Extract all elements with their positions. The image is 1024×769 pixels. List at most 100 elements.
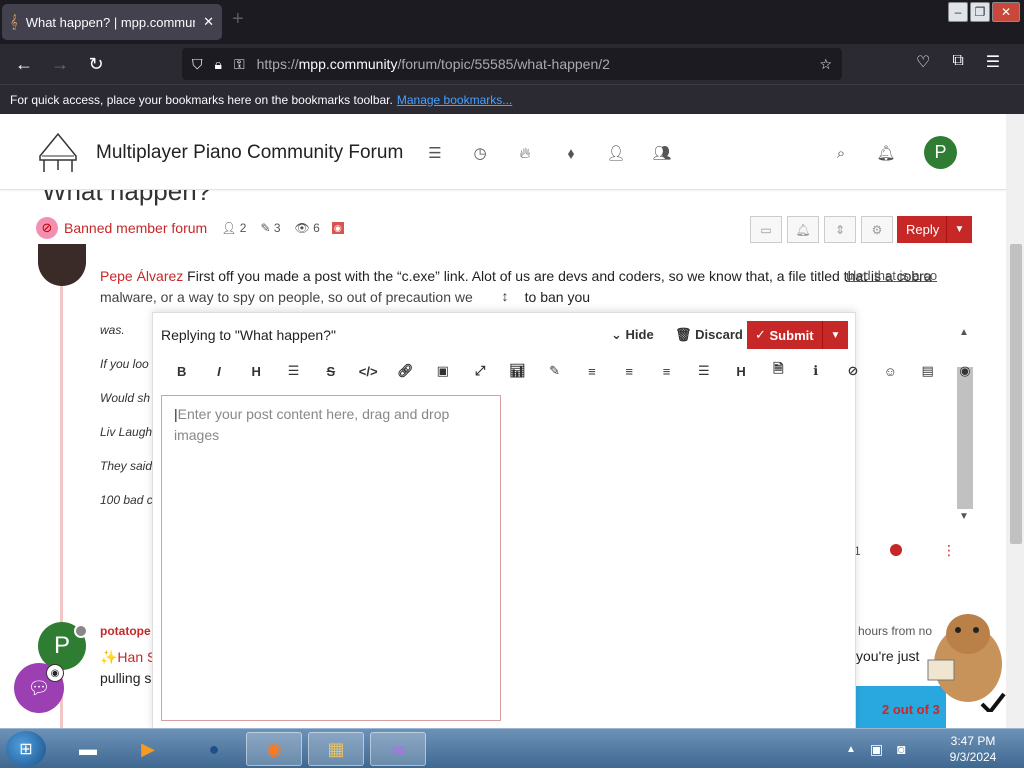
shield-icon[interactable]: ⛉	[192, 56, 203, 73]
resize-handle-icon[interactable]: ↕	[490, 285, 520, 307]
search-icon[interactable]: ⌕	[830, 142, 852, 164]
categories-icon[interactable]: ☰	[424, 142, 446, 164]
file-icon[interactable]: 🗎︎	[760, 361, 797, 381]
network-icon[interactable]: ▣	[870, 741, 883, 758]
scroll-down-icon[interactable]: ▼	[959, 511, 969, 522]
scroll-thumb[interactable]	[1010, 244, 1022, 544]
rss-icon[interactable]: ◉	[331, 222, 344, 234]
page-scrollbar[interactable]	[1006, 114, 1024, 728]
editor-placeholder: Enter your post content here, drag and d…	[174, 406, 450, 443]
upvote-icon[interactable]	[890, 544, 902, 556]
expand-icon[interactable]: ⤢	[461, 361, 498, 381]
key-icon[interactable]: ⚿	[234, 56, 245, 73]
mark-unread-icon[interactable]: ▭	[750, 216, 782, 243]
speaker-icon[interactable]: ◙	[897, 741, 905, 757]
color-picker-icon[interactable]: ✎	[536, 361, 573, 381]
justify-icon[interactable]: ☰	[685, 361, 722, 381]
sort-icon[interactable]: ⇕	[824, 216, 856, 243]
popular-fire-icon[interactable]: 🔥︎	[514, 142, 536, 164]
list-icon[interactable]: ☰	[275, 361, 312, 381]
back-icon[interactable]: ←	[6, 46, 42, 82]
mask-app-icon[interactable]: ∞	[370, 732, 426, 766]
category-link[interactable]: Banned member forum	[64, 220, 207, 236]
align-center-icon[interactable]: ≡	[611, 361, 648, 381]
post-menu-icon[interactable]: ⋮	[942, 542, 956, 559]
desktop-app-icon[interactable]: ▬	[60, 732, 116, 766]
link-icon[interactable]: 🔗︎	[387, 361, 424, 381]
hide-button[interactable]: ⌄ Hide	[611, 327, 654, 343]
post-author[interactable]: Pepe Álvarez	[100, 268, 183, 284]
image-icon[interactable]: ▣	[424, 361, 461, 381]
tools-gear-icon[interactable]: ⚙	[861, 216, 893, 243]
submit-label: Submit	[769, 327, 814, 343]
bold-icon[interactable]: B	[163, 361, 200, 381]
quote-line: Would sh	[100, 391, 151, 405]
star-icon[interactable]: ☆	[819, 56, 832, 73]
align-left-icon[interactable]: ≡	[573, 361, 610, 381]
groups-icon[interactable]: 👥︎	[651, 142, 673, 164]
discard-button[interactable]: 🗑︎ Discard	[675, 327, 743, 343]
banned-icon: ⊘	[36, 217, 58, 239]
post-author[interactable]: potatope	[100, 624, 151, 638]
strikethrough-icon[interactable]: S	[312, 361, 349, 381]
minimize-icon[interactable]: –	[948, 2, 968, 22]
url-text[interactable]: https://mpp.community/forum/topic/55585/…	[257, 56, 808, 72]
code-icon[interactable]: </>	[349, 361, 386, 381]
chevron-down-icon[interactable]: ▼	[946, 216, 972, 243]
reply-label: Reply	[906, 222, 940, 237]
close-tab-icon[interactable]: ✕	[203, 14, 214, 30]
scroll-thumb[interactable]	[957, 367, 973, 509]
formatting-toolbar: B I H ☰ S </> 🔗︎ ▣ ⤢ 📊︎ ✎ ≡ ≡ ≡ ☰ H 🗎︎ ℹ…	[163, 361, 1006, 381]
tray-expand-icon[interactable]: ▲	[846, 744, 856, 755]
lock-icon[interactable]: 🔒︎	[215, 56, 222, 73]
recent-clock-icon[interactable]: ◷	[469, 142, 491, 164]
piano-logo-icon[interactable]	[36, 126, 80, 176]
extensions-icon[interactable]: ⧉	[952, 52, 963, 72]
url-bar[interactable]: ⛉ 🔒︎ ⚿ https://mpp.community/forum/topic…	[182, 48, 842, 80]
clock[interactable]: 3:47 PM 9/3/2024	[942, 733, 1004, 765]
preview-eye-icon[interactable]: ◉	[946, 361, 983, 381]
header-icon[interactable]: H	[722, 361, 759, 381]
menu-icon[interactable]: ☰	[986, 52, 1000, 72]
clock-date: 9/3/2024	[949, 750, 997, 764]
box-game-icon[interactable]: ▦	[308, 732, 364, 766]
discard-label: Discard	[695, 327, 743, 342]
reply-button[interactable]: Reply ▼	[897, 216, 972, 243]
chevron-down-icon[interactable]: ▼	[822, 321, 848, 349]
globe-app-icon[interactable]: ●	[186, 732, 242, 766]
close-window-icon[interactable]: ✕	[992, 2, 1020, 22]
info-icon[interactable]: ℹ	[797, 361, 834, 381]
quote-line: was.	[100, 323, 125, 337]
scroll-up-icon[interactable]: ▲	[959, 327, 969, 338]
pocket-icon[interactable]: ♡	[916, 52, 930, 72]
user-icon[interactable]: 👤︎	[605, 142, 627, 164]
avatar[interactable]	[38, 244, 86, 286]
chart-icon[interactable]: 📊︎	[499, 361, 536, 381]
heading-icon[interactable]: H	[238, 361, 275, 381]
maximize-icon[interactable]: ❐	[970, 2, 990, 22]
italic-icon[interactable]: I	[200, 361, 237, 381]
watch-bell-icon[interactable]: 🔔︎	[787, 216, 819, 243]
notifications-bell-icon[interactable]: 🔔︎	[875, 142, 897, 164]
user-avatar[interactable]: P	[924, 136, 957, 169]
submit-button[interactable]: ✓ Submit ▼	[747, 321, 848, 349]
align-right-icon[interactable]: ≡	[648, 361, 685, 381]
tab-title: What happen? | mpp.community	[25, 14, 196, 30]
attachment-icon[interactable]: ▤	[909, 361, 946, 381]
forward-icon[interactable]: →	[42, 46, 78, 82]
tab-strip: 𝄞 What happen? | mpp.community ✕ + – ❐ ✕	[0, 0, 1024, 44]
media-player-icon[interactable]: ▶	[120, 732, 176, 766]
browser-tab[interactable]: 𝄞 What happen? | mpp.community ✕	[2, 4, 222, 40]
tags-icon[interactable]: ⬧	[560, 142, 582, 164]
site-brand[interactable]: Multiplayer Piano Community Forum	[96, 142, 403, 164]
manage-bookmarks-link[interactable]: Manage bookmarks...	[397, 93, 512, 107]
post-editor-textarea[interactable]: |Enter your post content here, drag and …	[161, 395, 501, 721]
emoji-icon[interactable]: ☺	[872, 361, 909, 381]
reload-icon[interactable]: ↻	[78, 46, 114, 82]
post-text-line: First off you made a post with the “c.ex…	[187, 268, 932, 284]
new-tab-icon[interactable]: +	[232, 8, 244, 31]
start-button-icon[interactable]: ⊞	[6, 731, 46, 767]
hide-preview-icon[interactable]: ⊘	[834, 361, 871, 381]
firefox-icon[interactable]: ◉	[246, 732, 302, 766]
preview-scrollbar[interactable]: ▲ ▼	[955, 327, 973, 522]
